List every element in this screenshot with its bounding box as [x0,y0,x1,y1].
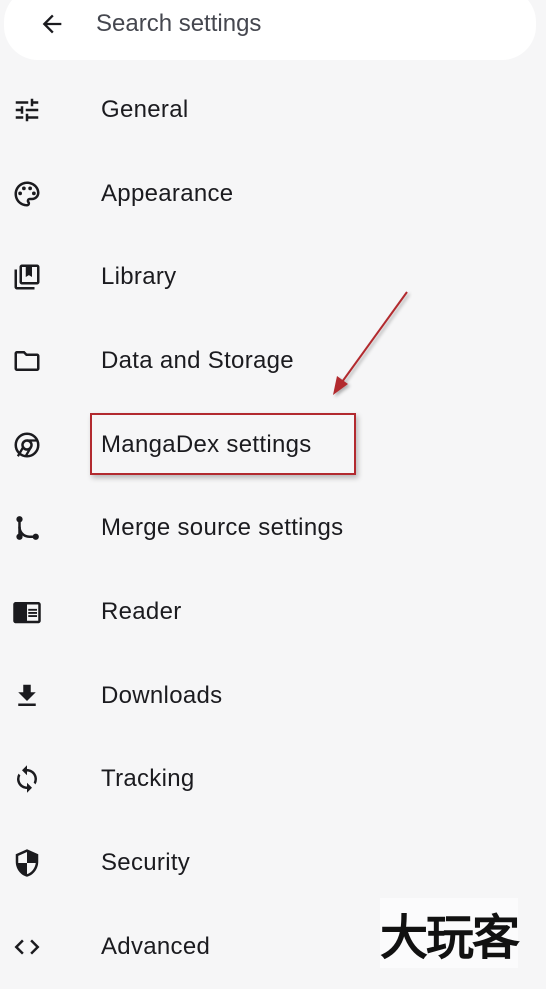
arrow-back-icon [42,14,62,34]
search-bar [4,0,536,60]
menu-item-library[interactable]: Library [0,235,546,319]
annotation-highlight-box [90,413,356,475]
menu-item-general[interactable]: General [0,68,546,152]
search-input[interactable] [96,8,496,40]
watermark-logo: 大玩客 [380,898,520,968]
menu-item-merge-source[interactable]: Merge source settings [0,486,546,570]
sync-icon [12,764,42,794]
collections-bookmark-icon [12,262,42,292]
shield-icon [12,848,42,878]
menu-item-security[interactable]: Security [0,821,546,905]
menu-item-downloads[interactable]: Downloads [0,654,546,738]
chrome-reader-mode-icon [12,597,42,627]
menu-item-label: Reader [101,597,182,625]
menu-item-label: Downloads [101,681,223,709]
palette-icon [12,179,42,209]
tune-icon [12,95,42,125]
menu-item-tracking[interactable]: Tracking [0,738,546,822]
download-icon [12,681,42,711]
settings-menu: General Appearance Library Data and Stor… [0,68,546,989]
menu-item-reader[interactable]: Reader [0,570,546,654]
menu-item-label: Security [101,849,191,877]
menu-item-label: Merge source settings [101,514,344,542]
menu-item-label: General [101,95,189,123]
code-icon [12,932,42,962]
menu-item-label: Appearance [101,179,234,207]
chrome-reader-icon [12,430,42,460]
menu-item-label: Data and Storage [101,346,294,374]
menu-item-appearance[interactable]: Appearance [0,152,546,236]
menu-item-label: Advanced [101,932,211,960]
merge-icon [12,513,42,543]
menu-item-label: Library [101,263,177,291]
back-button[interactable] [38,10,66,38]
folder-icon [12,346,42,376]
menu-item-label: Tracking [101,765,195,793]
menu-item-data-storage[interactable]: Data and Storage [0,319,546,403]
